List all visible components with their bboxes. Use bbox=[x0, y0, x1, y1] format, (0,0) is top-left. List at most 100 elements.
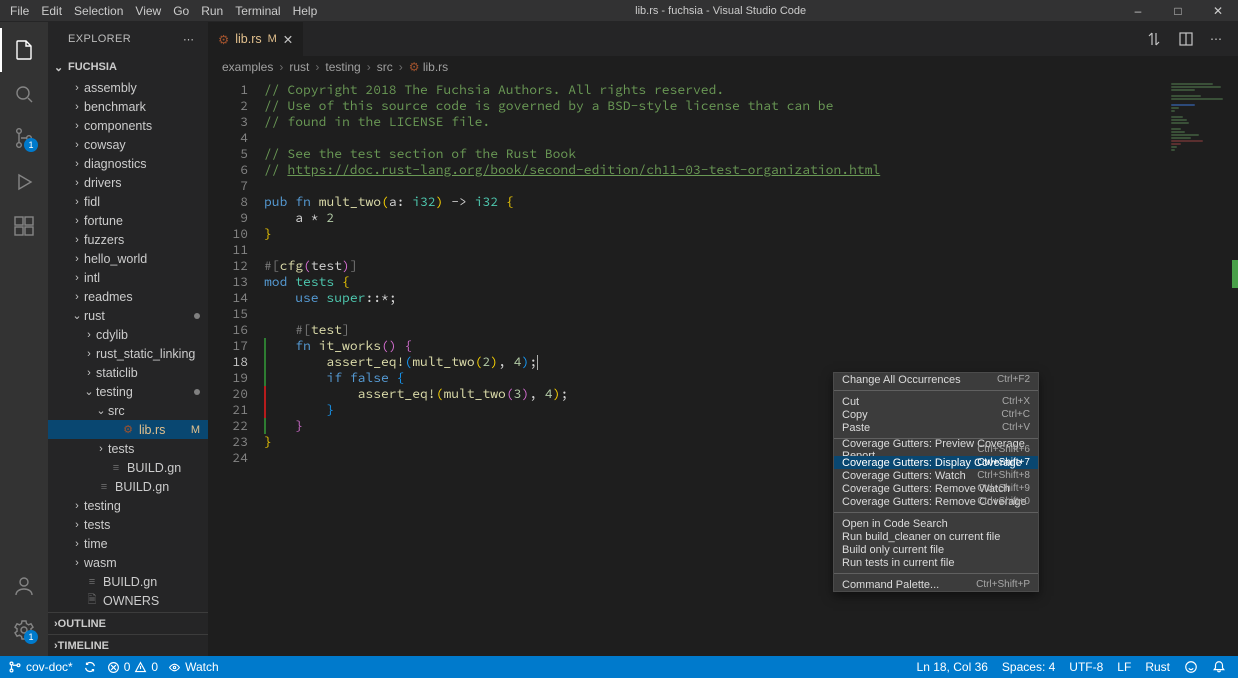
activity-settings[interactable]: 1 bbox=[0, 608, 48, 652]
activity-accounts[interactable] bbox=[0, 564, 48, 608]
file-owners[interactable]: 🗎OWNERS bbox=[48, 591, 208, 610]
menu-item-coverage-gutters-display-coverage[interactable]: Coverage Gutters: Display CoverageCtrl+S… bbox=[834, 456, 1038, 469]
breadcrumb-examples[interactable]: examples bbox=[222, 60, 273, 74]
code-line[interactable] bbox=[264, 178, 1238, 194]
folder-cdylib[interactable]: ›cdylib bbox=[48, 325, 208, 344]
menu-item-paste[interactable]: PasteCtrl+V bbox=[834, 421, 1038, 434]
menu-item-build-only-current-file[interactable]: Build only current file bbox=[834, 543, 1038, 556]
folder-drivers[interactable]: ›drivers bbox=[48, 173, 208, 192]
code-line[interactable]: // Use of this source code is governed b… bbox=[264, 98, 1238, 114]
outline-section[interactable]: › OUTLINE bbox=[48, 612, 208, 634]
menu-file[interactable]: File bbox=[4, 2, 35, 20]
menu-run[interactable]: Run bbox=[195, 2, 229, 20]
breadcrumb-src[interactable]: src bbox=[377, 60, 393, 74]
code-line[interactable] bbox=[264, 306, 1238, 322]
menu-item-run-build-cleaner-on-current-file[interactable]: Run build_cleaner on current file bbox=[834, 530, 1038, 543]
more-actions-icon[interactable]: ⋯ bbox=[1210, 32, 1224, 46]
file-build-gn[interactable]: ≡BUILD.gn bbox=[48, 477, 208, 496]
activity-extensions[interactable] bbox=[0, 204, 48, 248]
code-line[interactable]: if false { bbox=[264, 370, 1238, 386]
folder-cowsay[interactable]: ›cowsay bbox=[48, 135, 208, 154]
file-build-gn[interactable]: ≡BUILD.gn bbox=[48, 572, 208, 591]
context-menu[interactable]: Change All OccurrencesCtrl+F2CutCtrl+XCo… bbox=[833, 372, 1039, 592]
code-editor[interactable]: 123456789101112131415161718192021222324 … bbox=[208, 78, 1238, 656]
code-line[interactable]: // found in the LICENSE file. bbox=[264, 114, 1238, 130]
menu-item-coverage-gutters-remove-coverage[interactable]: Coverage Gutters: Remove CoverageCtrl+Sh… bbox=[834, 495, 1038, 508]
activity-source-control[interactable]: 1 bbox=[0, 116, 48, 160]
file-lib-rs[interactable]: ⚙lib.rsM bbox=[48, 420, 208, 439]
folder-fidl[interactable]: ›fidl bbox=[48, 192, 208, 211]
close-button[interactable]: ✕ bbox=[1198, 4, 1238, 18]
code-line[interactable]: #[test] bbox=[264, 322, 1238, 338]
menu-item-coverage-gutters-remove-watch[interactable]: Coverage Gutters: Remove WatchCtrl+Shift… bbox=[834, 482, 1038, 495]
folder-intl[interactable]: ›intl bbox=[48, 268, 208, 287]
menu-go[interactable]: Go bbox=[167, 2, 195, 20]
folder-rust[interactable]: ⌄rust bbox=[48, 306, 208, 325]
maximize-button[interactable]: □ bbox=[1158, 4, 1198, 18]
breadcrumb-rust[interactable]: rust bbox=[289, 60, 309, 74]
status-indentation[interactable]: Spaces: 4 bbox=[1002, 660, 1055, 674]
code-line[interactable]: #[cfg(test)] bbox=[264, 258, 1238, 274]
folder-testing[interactable]: ⌄testing bbox=[48, 382, 208, 401]
folder-time[interactable]: ›time bbox=[48, 534, 208, 553]
code-line[interactable]: // https://doc.rust-lang.org/book/second… bbox=[264, 162, 1238, 178]
activity-search[interactable] bbox=[0, 72, 48, 116]
folder-assembly[interactable]: ›assembly bbox=[48, 78, 208, 97]
status-problems[interactable]: 0 0 bbox=[107, 660, 158, 674]
menu-item-run-tests-in-current-file[interactable]: Run tests in current file bbox=[834, 556, 1038, 569]
sidebar-more-icon[interactable]: ⋯ bbox=[183, 33, 196, 46]
folder-fortune[interactable]: ›fortune bbox=[48, 211, 208, 230]
menu-item-coverage-gutters-watch[interactable]: Coverage Gutters: WatchCtrl+Shift+8 bbox=[834, 469, 1038, 482]
menu-item-change-all-occurrences[interactable]: Change All OccurrencesCtrl+F2 bbox=[834, 373, 1038, 386]
menu-item-copy[interactable]: CopyCtrl+C bbox=[834, 408, 1038, 421]
code-line[interactable] bbox=[264, 450, 1238, 466]
code-line[interactable]: // Copyright 2018 The Fuchsia Authors. A… bbox=[264, 82, 1238, 98]
minimize-button[interactable]: – bbox=[1118, 4, 1158, 18]
code-line[interactable]: } bbox=[264, 226, 1238, 242]
folder-tests[interactable]: ›tests bbox=[48, 515, 208, 534]
status-branch[interactable]: cov-doc* bbox=[8, 660, 73, 674]
menu-item-cut[interactable]: CutCtrl+X bbox=[834, 395, 1038, 408]
file-tree[interactable]: ›assembly›benchmark›components›cowsay›di… bbox=[48, 78, 208, 612]
status-notifications-icon[interactable] bbox=[1212, 660, 1226, 674]
code-line[interactable] bbox=[264, 242, 1238, 258]
status-eol[interactable]: LF bbox=[1117, 660, 1131, 674]
folder-fuzzers[interactable]: ›fuzzers bbox=[48, 230, 208, 249]
folder-benchmark[interactable]: ›benchmark bbox=[48, 97, 208, 116]
folder-readmes[interactable]: ›readmes bbox=[48, 287, 208, 306]
code-line[interactable]: pub fn mult_two(a: i32) -> i32 { bbox=[264, 194, 1238, 210]
breadcrumbs[interactable]: examples›rust›testing›src›⚙ lib.rs bbox=[208, 56, 1238, 78]
code-line[interactable]: } bbox=[264, 402, 1238, 418]
compare-changes-icon[interactable] bbox=[1146, 31, 1162, 47]
menu-terminal[interactable]: Terminal bbox=[229, 2, 286, 20]
code-content[interactable]: // Copyright 2018 The Fuchsia Authors. A… bbox=[258, 78, 1238, 656]
code-line[interactable]: } bbox=[264, 418, 1238, 434]
code-line[interactable]: // See the test section of the Rust Book bbox=[264, 146, 1238, 162]
folder-tests[interactable]: ›tests bbox=[48, 439, 208, 458]
menu-item-command-palette[interactable]: Command Palette...Ctrl+Shift+P bbox=[834, 578, 1038, 591]
breadcrumb-lib-rs[interactable]: ⚙ lib.rs bbox=[409, 60, 448, 74]
code-line[interactable]: } bbox=[264, 434, 1238, 450]
menu-item-coverage-gutters-preview-coverage-report[interactable]: Coverage Gutters: Preview Coverage Repor… bbox=[834, 443, 1038, 456]
file-build-gn[interactable]: ≡BUILD.gn bbox=[48, 458, 208, 477]
split-editor-icon[interactable] bbox=[1178, 31, 1194, 47]
code-line[interactable]: assert_eq!(mult_two(3), 4); bbox=[264, 386, 1238, 402]
timeline-section[interactable]: › TIMELINE bbox=[48, 634, 208, 656]
folder-integration[interactable]: ›integration bbox=[48, 610, 208, 612]
code-line[interactable]: assert_eq!(mult_two(2), 4); bbox=[264, 354, 1238, 370]
code-line[interactable]: mod tests { bbox=[264, 274, 1238, 290]
close-icon[interactable]: ✕ bbox=[283, 32, 293, 47]
menu-selection[interactable]: Selection bbox=[68, 2, 129, 20]
status-feedback-icon[interactable] bbox=[1184, 660, 1198, 674]
folder-rust_static_linking[interactable]: ›rust_static_linking bbox=[48, 344, 208, 363]
folder-src[interactable]: ⌄src bbox=[48, 401, 208, 420]
code-line[interactable]: fn it_works() { bbox=[264, 338, 1238, 354]
status-sync[interactable] bbox=[83, 660, 97, 674]
breadcrumb-testing[interactable]: testing bbox=[325, 60, 360, 74]
status-encoding[interactable]: UTF-8 bbox=[1069, 660, 1103, 674]
activity-explorer[interactable] bbox=[0, 28, 48, 72]
menu-item-open-in-code-search[interactable]: Open in Code Search bbox=[834, 517, 1038, 530]
activity-run-debug[interactable] bbox=[0, 160, 48, 204]
code-line[interactable] bbox=[264, 130, 1238, 146]
code-line[interactable]: a * 2 bbox=[264, 210, 1238, 226]
